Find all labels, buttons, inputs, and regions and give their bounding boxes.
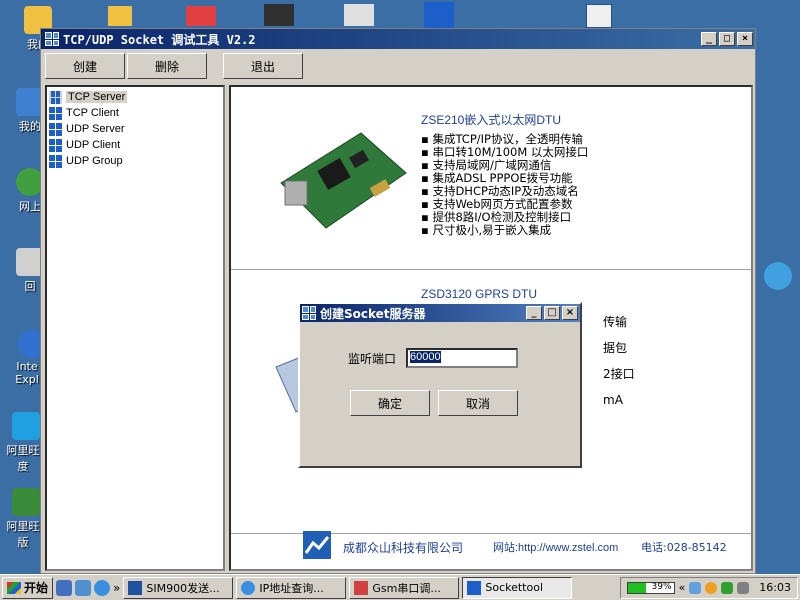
socket-node-icon bbox=[49, 90, 62, 104]
taskbar-button-sim900[interactable]: SIM900发送... bbox=[123, 576, 234, 599]
tree-item-label: TCP Client bbox=[66, 107, 119, 119]
product1-title: ZSE210嵌入式以太网DTU bbox=[421, 113, 562, 127]
battery-fill bbox=[627, 582, 646, 593]
company-footer: 成都众山科技有限公司 网站:http://www.zstel.com 电话:02… bbox=[231, 517, 751, 569]
ok-button[interactable]: 确定 bbox=[350, 390, 430, 416]
battery-percent: 39% bbox=[651, 581, 672, 592]
dtu-board-image bbox=[280, 132, 407, 229]
battery-indicator[interactable]: 39% bbox=[626, 581, 675, 594]
tree-item-tcp-client[interactable]: TCP Client bbox=[47, 105, 223, 121]
tree-item-udp-server[interactable]: UDP Server bbox=[47, 121, 223, 137]
tree-item-label: UDP Client bbox=[66, 139, 121, 151]
quicklaunch-app-icon[interactable] bbox=[75, 579, 92, 596]
camera-icon[interactable] bbox=[344, 4, 374, 26]
port-value: 60000 bbox=[410, 351, 441, 363]
sockettool-icon bbox=[467, 580, 482, 595]
feature-item: 尺寸极小,易于嵌入集成 bbox=[421, 224, 588, 237]
dialog-titlebar[interactable]: 创建Socket服务器 _ □ × bbox=[300, 304, 580, 322]
app-icon bbox=[45, 32, 59, 46]
word-doc-icon[interactable] bbox=[586, 4, 612, 28]
product2-text-fragment: 据包 bbox=[603, 341, 628, 355]
quicklaunch-chevron[interactable]: » bbox=[113, 581, 120, 595]
footer-phone: 电话:028-85142 bbox=[641, 541, 727, 554]
clock[interactable]: 16:03 bbox=[759, 581, 791, 594]
dialog-maximize-button[interactable]: □ bbox=[544, 306, 560, 320]
exit-button[interactable]: 退出 bbox=[223, 53, 303, 79]
product2-text-fragment: 2接口 bbox=[603, 367, 635, 381]
taskbar-button-label: Sockettool bbox=[485, 581, 544, 594]
socket-node-icon bbox=[49, 106, 62, 120]
cancel-button[interactable]: 取消 bbox=[438, 390, 518, 416]
window-titlebar[interactable]: TCP/UDP Socket 调试工具 V2.2 _ □ × bbox=[41, 29, 755, 49]
network-icon[interactable] bbox=[689, 581, 702, 594]
tree-item-tcp-server[interactable]: TCP Server bbox=[47, 89, 223, 105]
socket-node-icon bbox=[49, 122, 62, 136]
antivirus-icon[interactable] bbox=[721, 581, 734, 594]
application-icon[interactable] bbox=[186, 6, 216, 26]
ie-icon[interactable] bbox=[94, 579, 111, 596]
taskbar-button-sockettool[interactable]: Sockettool bbox=[462, 576, 573, 599]
app-window: TCP/UDP Socket 调试工具 V2.2 _ □ × 创建 删除 退出 … bbox=[40, 28, 756, 574]
window-title: TCP/UDP Socket 调试工具 V2.2 bbox=[63, 32, 256, 47]
word-doc-icon bbox=[128, 580, 143, 595]
folder-icon[interactable] bbox=[108, 6, 132, 26]
taskbar-button-label: SIM900发送... bbox=[146, 581, 220, 595]
socket-node-icon bbox=[49, 154, 62, 168]
taskbar-button-label: Gsm串口调... bbox=[372, 581, 441, 595]
tray-expand-icon[interactable]: « bbox=[679, 581, 686, 594]
tree-item-label: TCP Server bbox=[66, 91, 128, 103]
tree-item-label: UDP Server bbox=[66, 123, 125, 135]
toolbar: 创建 删除 退出 bbox=[41, 49, 755, 83]
aliwangwang-icon bbox=[12, 488, 40, 516]
windows-logo-icon bbox=[7, 581, 21, 594]
aliwangwang-icon bbox=[12, 412, 40, 440]
delete-button[interactable]: 删除 bbox=[127, 53, 207, 79]
app-icon bbox=[302, 306, 316, 320]
taskbar-button-ip-lookup[interactable]: IP地址查询... bbox=[236, 576, 347, 599]
maximize-button[interactable]: □ bbox=[719, 32, 735, 46]
tree-item-label: UDP Group bbox=[66, 155, 123, 167]
ie-icon bbox=[241, 580, 256, 595]
socket-tree[interactable]: TCP Server TCP Client UDP Server UDP Cli… bbox=[45, 85, 225, 571]
sockettool-icon[interactable] bbox=[424, 2, 454, 28]
company-logo bbox=[303, 531, 331, 559]
taskbar-button-gsm-serial[interactable]: Gsm串口调... bbox=[349, 576, 460, 599]
product1-feature-list: 集成TCP/IP协议，全透明传输 串口转10M/100M 以太网接口 支持局域网… bbox=[421, 133, 588, 237]
taskbar-button-label: IP地址查询... bbox=[259, 581, 324, 595]
dialog-close-button[interactable]: × bbox=[562, 306, 578, 320]
close-button[interactable]: × bbox=[737, 32, 753, 46]
volume-icon[interactable] bbox=[737, 581, 750, 594]
footer-website: 网站:http://www.zstel.com bbox=[493, 542, 619, 554]
socket-node-icon bbox=[49, 138, 62, 152]
ie-icon[interactable] bbox=[764, 262, 792, 290]
create-socket-server-dialog: 创建Socket服务器 _ □ × 监听端口 60000 确定 取消 bbox=[298, 302, 582, 468]
product2-title: ZSD3120 GPRS DTU bbox=[421, 287, 538, 301]
taskbar: 开始 » SIM900发送... IP地址查询... Gsm串口调... Soc… bbox=[0, 574, 800, 600]
show-desktop-icon[interactable] bbox=[56, 579, 73, 596]
port-input[interactable]: 60000 bbox=[406, 348, 518, 368]
divider bbox=[231, 269, 751, 270]
port-label: 监听端口 bbox=[348, 352, 397, 366]
create-button[interactable]: 创建 bbox=[45, 53, 125, 79]
product2-text-fragment: mA bbox=[603, 393, 623, 407]
dialog-minimize-button[interactable]: _ bbox=[526, 306, 542, 320]
system-tray: 39% « 16:03 bbox=[619, 576, 798, 599]
start-label: 开始 bbox=[24, 581, 49, 595]
application-icon bbox=[354, 580, 369, 595]
start-button[interactable]: 开始 bbox=[2, 576, 54, 599]
tree-item-udp-group[interactable]: UDP Group bbox=[47, 153, 223, 169]
tree-item-udp-client[interactable]: UDP Client bbox=[47, 137, 223, 153]
qq-icon[interactable] bbox=[705, 581, 718, 594]
minimize-button[interactable]: _ bbox=[701, 32, 717, 46]
dialog-title: 创建Socket服务器 bbox=[320, 306, 426, 321]
footer-company: 成都众山科技有限公司 bbox=[343, 541, 464, 555]
terminal-icon[interactable] bbox=[264, 4, 294, 26]
product2-text-fragment: 传输 bbox=[603, 315, 628, 329]
